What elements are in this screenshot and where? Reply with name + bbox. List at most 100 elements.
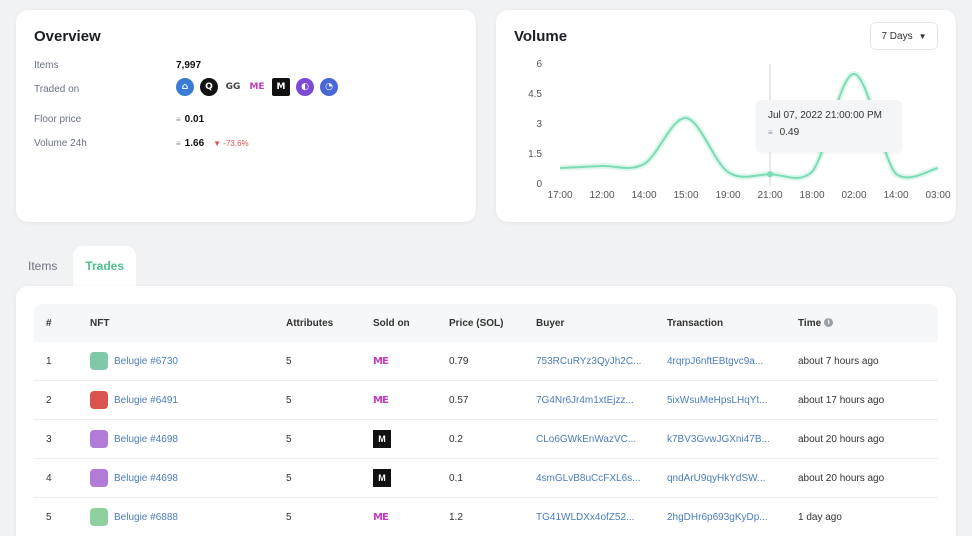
table-body: 1 Belugie #6730 5 ME 0.79 753RCuRYz3QyJh… [34, 342, 938, 536]
time-cell: about 20 hours ago [798, 433, 885, 445]
nft-cell[interactable]: Belugie #6730 [90, 352, 286, 370]
buyer-link[interactable]: 7G4Nr6Jr4m1xtEjzz... [536, 395, 667, 406]
items-label: Items [34, 60, 59, 71]
x-tick-label: 19:00 [715, 190, 740, 201]
transaction-link[interactable]: 4rqrpJ6nftEBtgvc9a... [667, 356, 798, 367]
nft-name[interactable]: Belugie #6888 [114, 512, 178, 523]
buyer-link[interactable]: CLo6GWkEnWazVC... [536, 434, 667, 445]
marketplace-blue-icon[interactable]: ⌂ [176, 78, 194, 96]
marketplace-list: ⌂ Q GG ME M ◐ ◔ [176, 78, 338, 96]
marketplace-purple-icon[interactable]: ◐ [296, 78, 314, 96]
trades-table: # NFT Attributes Sold on Price (SOL) Buy… [34, 304, 938, 536]
transaction-link[interactable]: 2hgDHr6p693gKyDp... [667, 512, 798, 523]
floor-price-value: ≡ 0.01 [176, 114, 204, 125]
nft-cell[interactable]: Belugie #6491 [90, 391, 286, 409]
marketplace-m-icon: M [373, 430, 391, 448]
magic-eden-icon: ME [373, 511, 389, 523]
marketplace-swirl-icon[interactable]: ◔ [320, 78, 338, 96]
marketplace-q-icon[interactable]: Q [200, 78, 218, 96]
nft-name[interactable]: Belugie #6730 [114, 356, 178, 367]
nft-avatar [90, 352, 108, 370]
sold-on-cell: M [373, 469, 449, 487]
volume-change-badge: ▼ -73.6% [213, 139, 249, 148]
price-cell: 1.2 [449, 511, 463, 523]
row-index: 3 [46, 433, 52, 445]
nft-cell[interactable]: Belugie #6888 [90, 508, 286, 526]
tooltip-value: 0.49 [779, 127, 800, 138]
nft-name[interactable]: Belugie #6491 [114, 395, 178, 406]
nft-cell[interactable]: Belugie #4698 [90, 430, 286, 448]
sold-on-cell: ME [373, 512, 449, 523]
items-count: 7,997 [176, 60, 202, 71]
row-index: 5 [46, 511, 52, 523]
table-row[interactable]: 4 Belugie #4698 5 M 0.1 4smGLvB8uCcFXL6s… [34, 459, 938, 498]
table-header: # NFT Attributes Sold on Price (SOL) Buy… [34, 304, 938, 342]
y-tick-label: 4.5 [528, 89, 542, 100]
transaction-link[interactable]: qndArU9qyHkYdSW... [667, 473, 798, 484]
x-tick-label: 15:00 [673, 190, 698, 201]
sold-on-cell: M [373, 430, 449, 448]
x-tick-label: 17:00 [547, 190, 572, 201]
tab-items[interactable]: Items [16, 246, 69, 286]
row-index: 1 [46, 355, 52, 367]
sol-icon: ≡ [176, 115, 181, 124]
marketplace-m-icon: M [373, 469, 391, 487]
header-attributes: Attributes [286, 317, 334, 329]
tooltip-time: Jul 07, 2022 21:00:00 PM [768, 110, 882, 121]
nft-avatar [90, 430, 108, 448]
time-cell: about 20 hours ago [798, 472, 885, 484]
floor-price-label: Floor price [34, 114, 82, 125]
marketplace-m-icon[interactable]: M [272, 78, 290, 96]
tab-bar: Items Trades [16, 246, 137, 286]
magic-eden-icon[interactable]: ME [248, 78, 266, 96]
x-tick-label: 18:00 [799, 190, 824, 201]
x-tick-label: 21:00 [757, 190, 782, 201]
header-sold-on: Sold on [373, 317, 410, 329]
nft-name[interactable]: Belugie #4698 [114, 434, 178, 445]
tab-trades[interactable]: Trades [73, 246, 137, 286]
table-row[interactable]: 1 Belugie #6730 5 ME 0.79 753RCuRYz3QyJh… [34, 342, 938, 381]
price-cell: 0.79 [449, 355, 469, 367]
header-transaction: Transaction [667, 317, 724, 329]
magic-eden-icon: ME [373, 355, 389, 367]
magic-eden-icon: ME [373, 394, 389, 406]
volume-24h-label: Volume 24h [34, 138, 87, 149]
items-value: 7,997 [176, 60, 201, 71]
buyer-link[interactable]: 753RCuRYz3QyJh2C... [536, 356, 667, 367]
nft-avatar [90, 508, 108, 526]
overview-title: Overview [34, 28, 101, 45]
buyer-link[interactable]: 4smGLvB8uCcFXL6s... [536, 473, 667, 484]
attributes-cell: 5 [286, 472, 292, 484]
transaction-link[interactable]: k7BV3GvwJGXni47B... [667, 434, 798, 445]
info-icon[interactable]: i [824, 318, 834, 328]
table-row[interactable]: 3 Belugie #4698 5 M 0.2 CLo6GWkEnWazVC..… [34, 420, 938, 459]
row-index: 4 [46, 472, 52, 484]
header-index: # [46, 317, 52, 329]
y-tick-label: 6 [536, 59, 542, 70]
buyer-link[interactable]: TG41WLDXx4ofZ52... [536, 512, 667, 523]
x-tick-label: 14:00 [631, 190, 656, 201]
time-cell: about 17 hours ago [798, 394, 885, 406]
sold-on-cell: ME [373, 356, 449, 367]
sol-icon: ≡ [176, 139, 181, 148]
chart-tooltip: Jul 07, 2022 21:00:00 PM ≡ 0.49 [756, 100, 902, 152]
x-tick-label: 14:00 [883, 190, 908, 201]
marketplace-gg-icon[interactable]: GG [224, 78, 242, 96]
attributes-cell: 5 [286, 394, 292, 406]
table-row[interactable]: 2 Belugie #6491 5 ME 0.57 7G4Nr6Jr4m1xtE… [34, 381, 938, 420]
traded-on-label: Traded on [34, 84, 80, 95]
nft-name[interactable]: Belugie #4698 [114, 473, 178, 484]
sold-on-cell: ME [373, 395, 449, 406]
attributes-cell: 5 [286, 511, 292, 523]
volume-24h-value: ≡ 1.66 ▼ -73.6% [176, 138, 249, 149]
x-tick-label: 12:00 [589, 190, 614, 201]
table-row[interactable]: 5 Belugie #6888 5 ME 1.2 TG41WLDXx4ofZ52… [34, 498, 938, 536]
y-tick-label: 3 [536, 119, 542, 130]
transaction-link[interactable]: 5ixWsuMeHpsLHqYt... [667, 395, 798, 406]
price-cell: 0.1 [449, 472, 463, 484]
time-cell: about 7 hours ago [798, 355, 879, 367]
x-tick-label: 02:00 [841, 190, 866, 201]
volume-24h-number: 1.66 [184, 138, 205, 149]
nft-cell[interactable]: Belugie #4698 [90, 469, 286, 487]
y-tick-label: 0 [536, 179, 542, 190]
